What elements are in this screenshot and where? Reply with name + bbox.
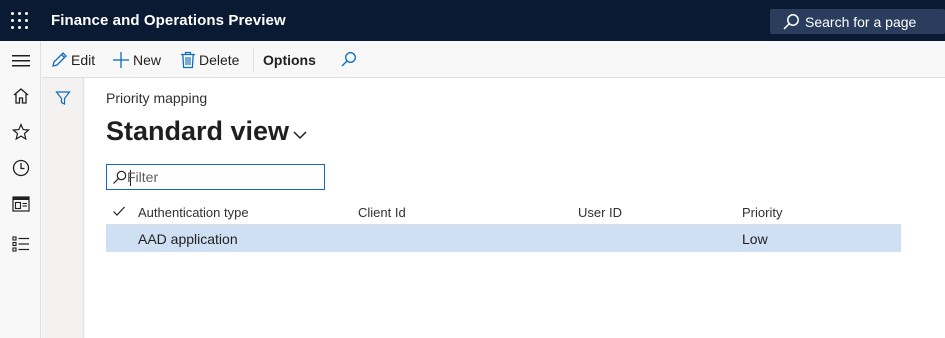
main-content: Priority mapping Standard view Authentic…: [85, 78, 945, 338]
favorites-star-icon[interactable]: [0, 117, 41, 147]
navigation-rail: [0, 41, 41, 338]
column-header-user-id[interactable]: User ID: [578, 205, 622, 220]
app-launcher-icon[interactable]: [10, 11, 30, 31]
quick-filter: [106, 164, 325, 190]
new-label: New: [133, 51, 162, 68]
pencil-icon: [52, 51, 67, 67]
delete-label: Delete: [199, 51, 240, 68]
priority-mapping-grid: Authentication type Client Id User ID Pr…: [106, 200, 901, 252]
app-title: Finance and Operations Preview: [51, 12, 286, 29]
hamburger-menu-icon[interactable]: [0, 46, 41, 76]
filter-funnel-icon[interactable]: [52, 87, 74, 109]
edit-label: Edit: [71, 51, 96, 68]
trash-icon: [181, 51, 195, 68]
search-label: Search for a page: [805, 14, 917, 30]
recent-clock-icon[interactable]: [0, 153, 41, 183]
delete-button[interactable]: Delete: [180, 41, 239, 78]
modules-list-icon[interactable]: [0, 229, 41, 259]
cell-priority: Low: [742, 231, 768, 247]
cell-authentication-type: AAD application: [138, 231, 238, 247]
chevron-down-icon: [293, 130, 307, 139]
grid-header-row: Authentication type Client Id User ID Pr…: [106, 200, 901, 225]
page-search-button[interactable]: Search for a page: [770, 9, 945, 34]
table-row[interactable]: AAD application Low: [106, 225, 901, 252]
column-header-priority[interactable]: Priority: [742, 205, 782, 220]
toolbar-divider: [253, 48, 254, 72]
plus-icon: [113, 51, 129, 68]
workspaces-icon[interactable]: [0, 189, 41, 219]
home-icon[interactable]: [0, 81, 41, 111]
column-header-client-id[interactable]: Client Id: [358, 205, 406, 220]
top-bar: Finance and Operations Preview Search fo…: [0, 0, 945, 41]
action-pane: Edit New Delete Options: [42, 41, 945, 78]
options-tab[interactable]: Options: [263, 41, 316, 78]
filter-input[interactable]: [127, 167, 317, 187]
new-button[interactable]: New: [112, 41, 161, 78]
filter-pane-strip: [42, 78, 84, 338]
edit-button[interactable]: Edit: [50, 41, 95, 78]
search-icon: [341, 52, 356, 67]
options-label: Options: [263, 51, 316, 68]
view-selector[interactable]: Standard view: [106, 116, 307, 147]
action-search-button[interactable]: [340, 41, 360, 78]
page-caption: Priority mapping: [106, 90, 208, 106]
view-name: Standard view: [106, 116, 290, 146]
column-header-authentication-type[interactable]: Authentication type: [138, 205, 249, 220]
search-icon: [783, 14, 799, 30]
select-all-checkmark-icon[interactable]: [112, 204, 126, 218]
search-icon: [113, 170, 127, 184]
